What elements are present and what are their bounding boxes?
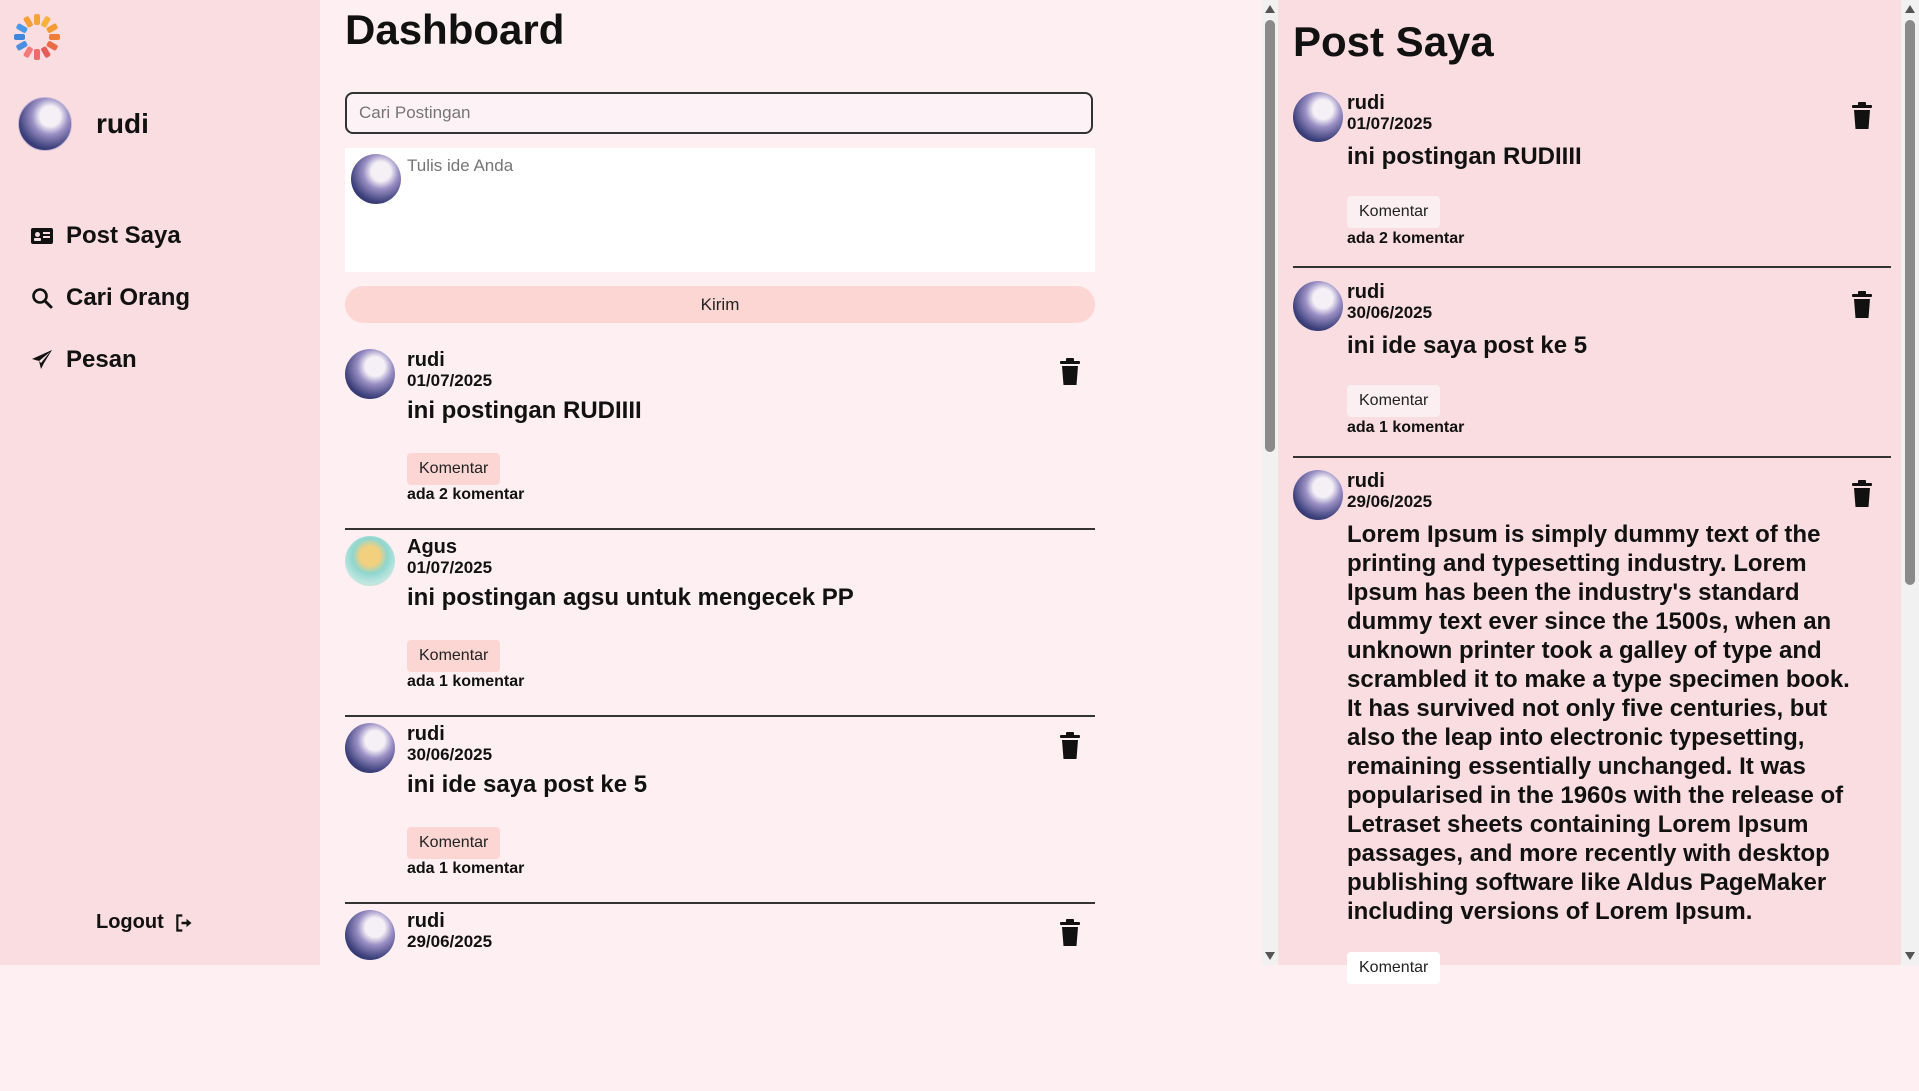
post-author[interactable]: rudi xyxy=(1347,92,1385,115)
page-title: Dashboard xyxy=(345,6,565,53)
post-textarea[interactable] xyxy=(405,154,1089,268)
post-author[interactable]: rudi xyxy=(407,723,445,746)
logout-label: Logout xyxy=(96,911,164,933)
avatar xyxy=(18,97,72,151)
sidebar-nav: Post Saya Cari Orang Pesan xyxy=(30,205,190,391)
scroll-down-icon[interactable] xyxy=(1905,952,1915,960)
comment-button[interactable]: Komentar xyxy=(1347,196,1441,228)
comment-button[interactable]: Komentar xyxy=(1347,952,1441,984)
post-text: ini ide saya post ke 5 xyxy=(407,771,648,798)
scroll-up-icon[interactable] xyxy=(1905,5,1915,13)
comment-button[interactable]: Komentar xyxy=(1347,385,1441,417)
post-composer xyxy=(345,148,1095,272)
avatar[interactable] xyxy=(1293,281,1343,331)
my-post-item: rudi 30/06/2025 ini ide saya post ke 5 K… xyxy=(1293,281,1891,458)
comment-count: ada 1 komentar xyxy=(1347,419,1465,436)
avatar xyxy=(351,154,401,204)
trash-icon[interactable] xyxy=(1058,732,1082,760)
trash-icon[interactable] xyxy=(1058,358,1082,386)
comment-count: ada 1 komentar xyxy=(407,860,525,877)
post-date: 01/07/2025 xyxy=(407,558,493,577)
trash-icon[interactable] xyxy=(1058,919,1082,947)
sidebar-item-label: Pesan xyxy=(66,346,137,373)
logout-button[interactable]: Logout xyxy=(96,911,194,934)
post-date: 30/06/2025 xyxy=(407,745,493,764)
panel-scrollbar[interactable] xyxy=(1901,0,1919,965)
post-item: rudi 29/06/2025 xyxy=(345,904,1095,1091)
comment-count: ada 1 komentar xyxy=(407,673,525,690)
trash-icon[interactable] xyxy=(1850,480,1874,508)
post-text: ini postingan RUDIIII xyxy=(407,397,642,424)
post-item: rudi 30/06/2025 ini ide saya post ke 5 K… xyxy=(345,717,1095,904)
profile-username: rudi xyxy=(96,108,149,139)
post-text: ini postingan agsu untuk mengecek PP xyxy=(407,584,854,611)
post-text: Lorem Ipsum is simply dummy text of the … xyxy=(1347,521,1850,925)
comment-button[interactable]: Komentar xyxy=(407,827,501,859)
comment-button[interactable]: Komentar xyxy=(407,640,501,672)
app-logo-icon[interactable] xyxy=(13,13,61,61)
send-button[interactable]: Kirim xyxy=(345,286,1095,323)
comment-count: ada 2 komentar xyxy=(407,486,525,503)
scroll-down-icon[interactable] xyxy=(1265,952,1275,960)
avatar[interactable] xyxy=(345,536,395,586)
post-date: 01/07/2025 xyxy=(1347,114,1433,133)
user-profile[interactable]: rudi xyxy=(18,97,149,151)
post-date: 29/06/2025 xyxy=(1347,492,1433,511)
sign-out-icon xyxy=(176,913,192,932)
scrollbar-thumb[interactable] xyxy=(1265,20,1275,452)
sidebar-item-label: Post Saya xyxy=(66,222,181,249)
avatar[interactable] xyxy=(345,349,395,399)
sidebar-item-pesan[interactable]: Pesan xyxy=(30,329,190,391)
post-author[interactable]: Agus xyxy=(407,536,457,559)
post-author[interactable]: rudi xyxy=(407,349,445,372)
avatar[interactable] xyxy=(1293,470,1343,520)
comment-button[interactable]: Komentar xyxy=(407,453,501,485)
search-input[interactable] xyxy=(345,92,1093,134)
trash-icon[interactable] xyxy=(1850,291,1874,319)
search-icon xyxy=(32,288,53,309)
comment-count: ada 2 komentar xyxy=(1347,230,1465,247)
avatar[interactable] xyxy=(345,723,395,773)
main-content: Dashboard Kirim rudi 01/07/2025 ini post… xyxy=(320,0,1262,965)
my-post-item: rudi 01/07/2025 ini postingan RUDIIII Ko… xyxy=(1293,92,1891,268)
my-posts-panel: Post Saya rudi 01/07/2025 ini postingan … xyxy=(1278,0,1901,984)
trash-icon[interactable] xyxy=(1850,102,1874,130)
post-text: ini postingan RUDIIII xyxy=(1347,143,1582,170)
post-date: 01/07/2025 xyxy=(407,371,493,390)
my-post-item: rudi 29/06/2025 Lorem Ipsum is simply du… xyxy=(1293,470,1891,984)
scroll-up-icon[interactable] xyxy=(1265,5,1275,13)
post-date: 29/06/2025 xyxy=(407,932,493,951)
post-author[interactable]: rudi xyxy=(407,910,445,933)
main-scrollbar[interactable] xyxy=(1262,0,1278,965)
post-date: 30/06/2025 xyxy=(1347,303,1433,322)
post-item: rudi 01/07/2025 ini postingan RUDIIII Ko… xyxy=(345,343,1095,530)
post-author[interactable]: rudi xyxy=(1347,470,1385,493)
panel-title: Post Saya xyxy=(1293,18,1494,65)
sidebar-item-label: Cari Orang xyxy=(66,284,191,311)
id-card-icon xyxy=(31,228,53,244)
scrollbar-thumb[interactable] xyxy=(1905,20,1915,585)
paper-plane-icon xyxy=(32,350,52,369)
sidebar: rudi Post Saya Cari Orang Pesan Logout xyxy=(0,0,320,965)
post-text: ini ide saya post ke 5 xyxy=(1347,332,1588,359)
sidebar-item-post-saya[interactable]: Post Saya xyxy=(30,205,190,267)
sidebar-item-cari-orang[interactable]: Cari Orang xyxy=(30,267,190,329)
avatar[interactable] xyxy=(1293,92,1343,142)
post-author[interactable]: rudi xyxy=(1347,281,1385,304)
post-feed: rudi 01/07/2025 ini postingan RUDIIII Ko… xyxy=(345,343,1095,1091)
avatar[interactable] xyxy=(345,910,395,960)
post-item: Agus 01/07/2025 ini postingan agsu untuk… xyxy=(345,530,1095,717)
